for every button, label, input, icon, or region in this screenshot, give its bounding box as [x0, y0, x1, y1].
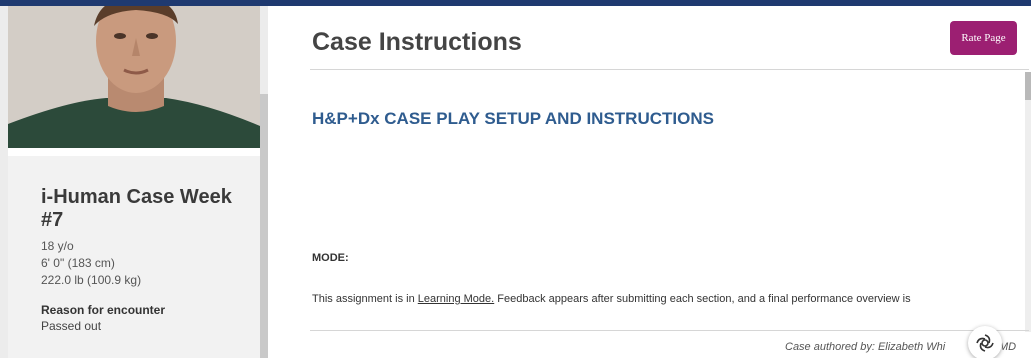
body-text-start: This assignment is in	[312, 293, 418, 305]
patient-age: 18 y/o	[41, 239, 74, 253]
section-title: H&P+Dx CASE PLAY SETUP AND INSTRUCTIONS	[312, 109, 714, 128]
patient-info: i-Human Case Week #7 18 y/o 6' 0" (183 c…	[8, 156, 260, 358]
patient-weight: 222.0 lb (100.9 kg)	[41, 273, 142, 287]
title-divider	[310, 69, 1029, 70]
page-title: Case Instructions	[312, 28, 522, 56]
mode-label: MODE:	[312, 252, 349, 264]
rate-page-button[interactable]: Rate Page	[950, 21, 1017, 55]
patient-portrait-image	[8, 6, 260, 148]
left-panel-scrollbar[interactable]	[260, 94, 268, 358]
main-content: Case Instructions Rate Page H&P+Dx CASE …	[268, 6, 1031, 358]
case-title: i-Human Case Week #7	[41, 186, 232, 231]
mode-description: This assignment is in Learning Mode. Fee…	[312, 293, 911, 305]
body-text-end: Feedback appears after submitting each s…	[494, 293, 911, 305]
footer-divider	[310, 330, 1029, 331]
patient-avatar	[8, 6, 260, 148]
reason-value: Passed out	[41, 319, 102, 333]
learning-mode-link[interactable]: Learning Mode.	[418, 293, 494, 305]
author-credit: Case authored by: Elizabeth Whi	[785, 341, 946, 353]
content-scrollbar-thumb[interactable]	[1025, 72, 1031, 100]
content-scrollbar-track[interactable]	[1025, 72, 1031, 332]
help-button[interactable]	[968, 326, 1002, 358]
patient-panel: i-Human Case Week #7 18 y/o 6' 0" (183 c…	[8, 6, 260, 358]
patient-height: 6' 0" (183 cm)	[41, 256, 115, 270]
reason-label: Reason for encounter	[41, 303, 166, 317]
help-swirl-icon	[976, 334, 994, 352]
